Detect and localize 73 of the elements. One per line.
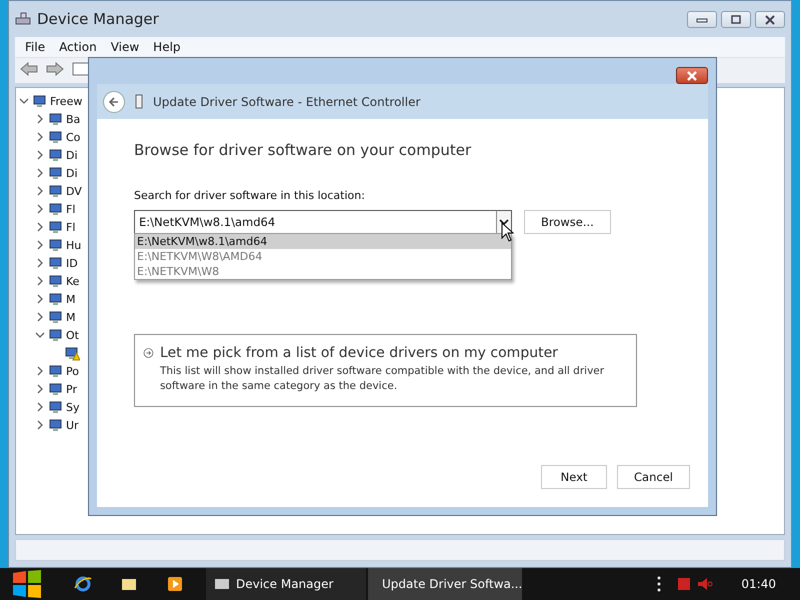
network-adapter-icon [135,94,143,110]
tree-item-label[interactable]: Hu [66,238,82,252]
device-icon [48,201,64,217]
close-button[interactable] [755,11,785,28]
tree-item-label[interactable]: Pr [66,382,77,396]
device-icon [48,327,64,343]
tree-item-label[interactable]: M [66,310,76,324]
clock[interactable]: 01:40 [741,577,776,591]
device-icon [48,165,64,181]
device-icon [48,309,64,325]
browse-button[interactable]: Browse... [524,210,611,234]
device-icon [48,363,64,379]
window-icon [214,576,230,592]
tree-item-label[interactable]: Po [66,364,79,378]
back-button[interactable] [103,90,125,112]
device-icon [48,399,64,415]
minimize-icon [696,16,708,22]
cancel-button[interactable]: Cancel [617,465,690,489]
taskbar-task[interactable]: Device Manager [206,568,366,600]
computer-icon [15,11,31,27]
tree-item-label[interactable]: Fl [66,202,76,216]
device-icon [48,111,64,127]
option-description: This list will show installed driver software compatible with the device, and all driver software in the same category as the device. [160,364,606,394]
device-icon [48,381,64,397]
option-title: Let me pick from a list of device drivers on my computer [160,345,559,361]
close-icon [686,70,698,80]
taskbar-task[interactable]: Update Driver Softwa... [368,568,522,600]
tree-item-label[interactable]: DV [66,184,82,198]
location-label: Search for driver software in this location: [134,189,366,202]
suggestion-item[interactable]: E:\NETKVM\W8 [135,264,511,279]
pick-from-list-option[interactable]: Let me pick from a list of device drivers on my computer This list will show installed driver software compatible with the device, and all driver software in the same category as the device. [134,334,637,407]
tree-item-label[interactable]: ID [66,256,78,270]
menu-item[interactable]: View [104,40,146,54]
page-heading: Browse for driver software on your computer [134,141,472,159]
tree-item-label[interactable]: Freew [50,94,82,108]
tree-item-label[interactable]: Sy [66,400,80,414]
device-icon [48,129,64,145]
back-arrow-icon [107,94,121,108]
tree-item-label[interactable]: Ke [66,274,80,288]
tree-item-label[interactable]: Di [66,148,78,162]
maximize-icon [730,14,742,24]
menu-item[interactable]: Action [53,40,103,54]
suggestion-item[interactable]: E:\NetKVM\w8.1\amd64 [135,234,511,249]
device-icon [48,147,64,163]
device-icon [48,237,64,253]
next-button[interactable]: Next [541,465,608,489]
tree-item-label[interactable]: Ur [66,418,79,432]
device-icon [48,255,64,271]
menu-item[interactable]: File [19,40,52,54]
overflow-dots-icon[interactable] [657,576,662,592]
tree-item-label[interactable]: M [66,292,76,306]
tree-item-label[interactable]: Ba [66,112,80,126]
device-icon [48,417,64,433]
device-icon [48,183,64,199]
maximize-button[interactable] [721,11,751,28]
device-icon [48,291,64,307]
minimize-button[interactable] [687,11,717,28]
close-button[interactable] [676,67,708,84]
device-icon [32,93,48,109]
tree-item-label[interactable]: Ot [66,328,79,342]
tree-item-label[interactable]: Fl [66,220,76,234]
location-field[interactable]: E:\NetKVM\w8.1\amd64 [134,210,496,234]
device-icon [48,273,64,289]
tree-item-label[interactable]: Co [66,130,80,144]
device-icon [48,219,64,235]
tree-item-label[interactable]: Di [66,166,78,180]
speaker-icon[interactable] [697,577,714,591]
close-icon [764,14,776,24]
window-title: Device Manager [37,10,159,28]
dialog-title: Update Driver Software - Ethernet Controller [153,94,420,108]
chevron-down-icon [499,218,509,226]
menu-item[interactable]: Help [147,40,187,54]
suggestion-item[interactable]: E:\NETKVM\W8\AMD64 [135,249,511,264]
